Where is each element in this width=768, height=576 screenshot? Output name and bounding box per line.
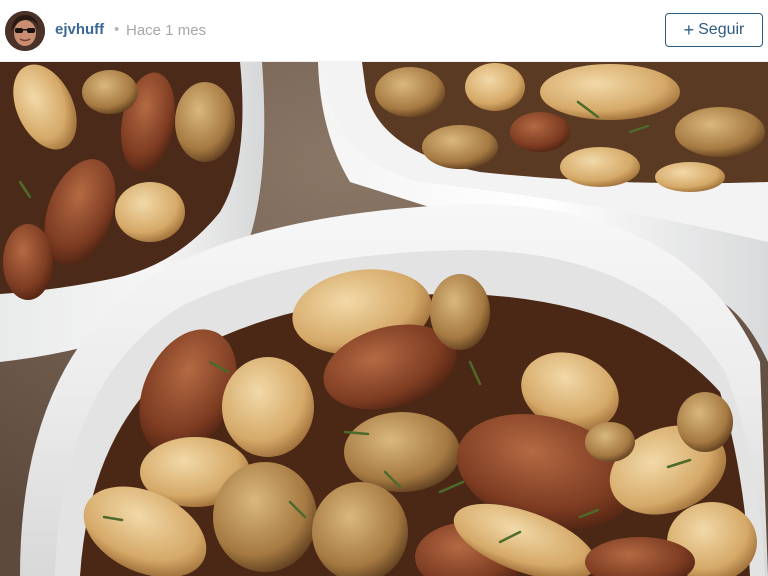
nuts-photo-image [0, 62, 768, 576]
separator-dot: • [114, 21, 120, 38]
follow-button-label: Seguir [698, 21, 745, 38]
avatar[interactable] [5, 11, 45, 51]
post-header: ejvhuff • Hace 1 mes + Seguir [0, 0, 768, 62]
username-link[interactable]: ejvhuff [55, 21, 104, 38]
plus-icon: + [683, 20, 695, 40]
post-timestamp[interactable]: Hace 1 mes [126, 22, 206, 39]
post-photo[interactable] [0, 62, 768, 576]
follow-button[interactable]: + Seguir [665, 13, 763, 47]
